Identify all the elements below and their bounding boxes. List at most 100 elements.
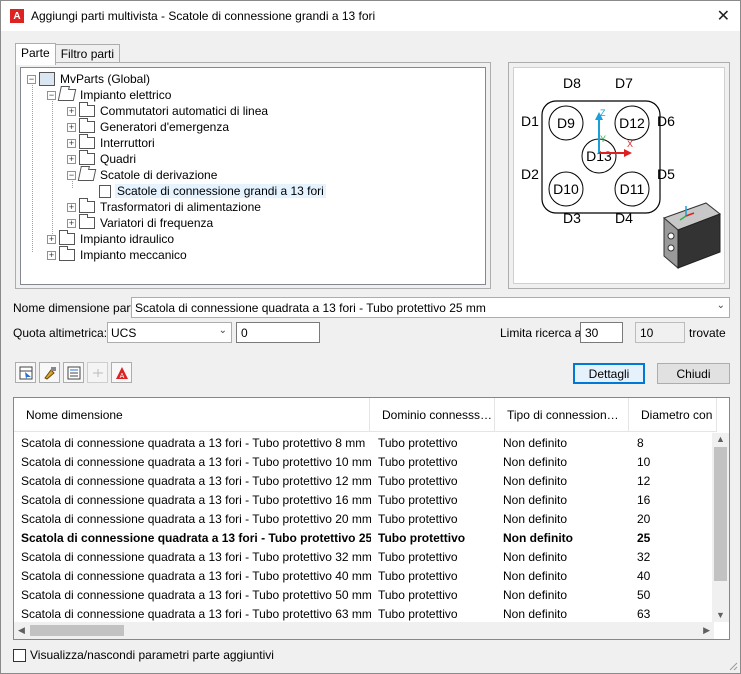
table-row[interactable]: Scatola di connessione quadrata a 13 for… (14, 528, 714, 547)
tree-node-label: Impianto meccanico (80, 248, 187, 262)
expand-icon[interactable]: + (67, 106, 76, 116)
tree-node-label: Commutatori automatici di linea (100, 104, 269, 118)
table-row[interactable]: Scatola di connessione quadrata a 13 for… (14, 585, 714, 604)
folder-open-icon (77, 169, 97, 181)
tree-node[interactable]: + Commutatori automatici di linea (67, 102, 270, 119)
table-cell: Scatola di connessione quadrata a 13 for… (21, 530, 371, 545)
tree-node[interactable]: Scatole di connessione grandi a 13 fori (87, 183, 326, 199)
tab-parte[interactable]: Parte (15, 43, 56, 65)
collapse-icon[interactable]: − (27, 74, 36, 84)
scroll-left-icon[interactable]: ◀ (18, 625, 25, 636)
table-row[interactable]: Scatola di connessione quadrata a 13 for… (14, 604, 714, 623)
app-icon: A (10, 9, 24, 23)
tree-node[interactable]: + Generatori d'emergenza (67, 118, 231, 135)
table-cell: Non definito (503, 492, 568, 507)
tree-node[interactable]: + Impianto idraulico (47, 230, 176, 247)
tree-node[interactable]: + Interruttori (67, 134, 157, 151)
resize-grip-icon[interactable] (728, 661, 738, 671)
table-row[interactable]: Scatola di connessione quadrata a 13 for… (14, 490, 714, 509)
axis-z-label: Z (600, 108, 606, 118)
tree-guide-line (52, 96, 53, 236)
tree-node[interactable]: − MvParts (Global) (27, 71, 152, 87)
column-header-dominio[interactable]: Dominio connesss… (370, 398, 495, 432)
folder-icon (79, 134, 95, 149)
table-cell: 63 (637, 606, 651, 621)
elevation-combo[interactable]: UCS ⌄ (107, 322, 232, 343)
table-cell: Non definito (503, 568, 568, 583)
expand-icon[interactable]: + (47, 250, 56, 260)
expand-icon[interactable]: + (67, 138, 76, 148)
vertical-scrollbar[interactable]: ▲ ▼ (712, 433, 729, 622)
table-cell: Tubo protettivo (378, 530, 466, 545)
scroll-right-icon[interactable]: ▶ (703, 625, 710, 636)
tree-node[interactable]: + Trasformatori di alimentazione (67, 198, 263, 215)
scroll-up-icon[interactable]: ▲ (716, 434, 725, 444)
column-header-tipo[interactable]: Tipo di connession… (495, 398, 629, 432)
details-button[interactable]: Dettagli (573, 363, 645, 384)
close-icon[interactable]: ✕ (717, 6, 730, 26)
folder-icon (79, 150, 95, 165)
table-cell: 12 (637, 473, 651, 488)
dialog-window: A Aggiungi parti multivista - Scatole di… (0, 0, 741, 674)
column-header-nome[interactable]: Nome dimensione (14, 398, 370, 432)
toggle-params-checkbox[interactable] (13, 648, 26, 662)
table-cell: Tubo protettivo (378, 568, 458, 583)
table-cell: Non definito (503, 511, 568, 526)
table-cell: 10 (637, 454, 651, 469)
folder-icon (79, 118, 95, 133)
elevation-input[interactable]: 0 (236, 322, 320, 343)
collapse-icon[interactable]: − (67, 170, 76, 180)
scroll-down-icon[interactable]: ▼ (716, 610, 725, 620)
side-label-d1: D1 (521, 113, 539, 129)
tree-node[interactable]: − Scatole di derivazione (67, 167, 219, 183)
collapse-icon[interactable]: − (47, 90, 56, 100)
expand-icon[interactable]: + (67, 218, 76, 228)
elevation-label: Quota altimetrica: (13, 326, 108, 340)
side-label-d2: D2 (521, 166, 539, 182)
table-cell: Tubo protettivo (378, 511, 458, 526)
table-row[interactable]: Scatola di connessione quadrata a 13 for… (14, 547, 714, 566)
list-view-icon[interactable] (63, 362, 84, 383)
table-row[interactable]: Scatola di connessione quadrata a 13 for… (14, 433, 714, 452)
limit-input[interactable]: 30 (580, 322, 623, 343)
toggle-params-label: Visualizza/nascondi parametri parte aggi… (30, 648, 274, 662)
part-size-combo[interactable]: Scatola di connessione quadrata a 13 for… (131, 297, 730, 318)
table-cell: Tubo protettivo (378, 454, 458, 469)
axis-x-label: X (627, 139, 633, 149)
side-label-d4: D4 (615, 210, 633, 226)
table-cell: Scatola di connessione quadrata a 13 for… (21, 606, 371, 621)
chevron-down-icon: ⌄ (716, 300, 725, 311)
table-row[interactable]: Scatola di connessione quadrata a 13 for… (14, 566, 714, 585)
toggle-params-row[interactable]: Visualizza/nascondi parametri parte aggi… (13, 648, 274, 662)
vertical-scroll-thumb[interactable] (714, 447, 727, 581)
table-cell: Scatola di connessione quadrata a 13 for… (21, 511, 371, 526)
tree-node[interactable]: + Impianto meccanico (47, 246, 189, 263)
close-button[interactable]: Chiudi (657, 363, 730, 384)
table-cell: 8 (637, 435, 644, 450)
expand-icon[interactable]: + (67, 154, 76, 164)
table-row[interactable]: Scatola di connessione quadrata a 13 for… (14, 452, 714, 471)
tree-node[interactable]: + Variatori di frequenza (67, 214, 215, 231)
table-row[interactable]: Scatola di connessione quadrata a 13 for… (14, 509, 714, 528)
tree-node-label: MvParts (Global) (60, 72, 151, 86)
table-cell: Tubo protettivo (378, 492, 458, 507)
part-preview: D9 D12 D13 D10 D11 D8 D7 D1 D6 D2 D5 D3 … (508, 62, 730, 289)
table-cell: Scatola di connessione quadrata a 13 for… (21, 473, 371, 488)
sizes-grid[interactable]: Nome dimensione Dominio connesss… Tipo d… (13, 397, 730, 640)
brush-icon[interactable] (39, 362, 60, 383)
horizontal-scrollbar[interactable]: ◀ ▶ (14, 622, 714, 639)
expand-icon[interactable]: + (67, 122, 76, 132)
autocad-icon[interactable]: A (111, 362, 132, 383)
column-header-diametro[interactable]: Diametro con (629, 398, 717, 432)
table-row[interactable]: Scatola di connessione quadrata a 13 for… (14, 471, 714, 490)
tree-node[interactable]: − Impianto elettrico (47, 87, 173, 103)
table-cell: Scatola di connessione quadrata a 13 for… (21, 568, 371, 583)
expand-icon[interactable]: + (47, 234, 56, 244)
iso-thumbnail (663, 202, 722, 270)
horizontal-scroll-thumb[interactable] (30, 625, 124, 636)
expand-icon[interactable]: + (67, 202, 76, 212)
table-select-icon[interactable] (15, 362, 36, 383)
parts-tree[interactable]: − MvParts (Global) − Impianto elettrico + Com… (20, 67, 486, 285)
table-cell: Scatola di connessione quadrata a 13 for… (21, 549, 371, 564)
tree-node[interactable]: + Quadri (67, 150, 138, 167)
